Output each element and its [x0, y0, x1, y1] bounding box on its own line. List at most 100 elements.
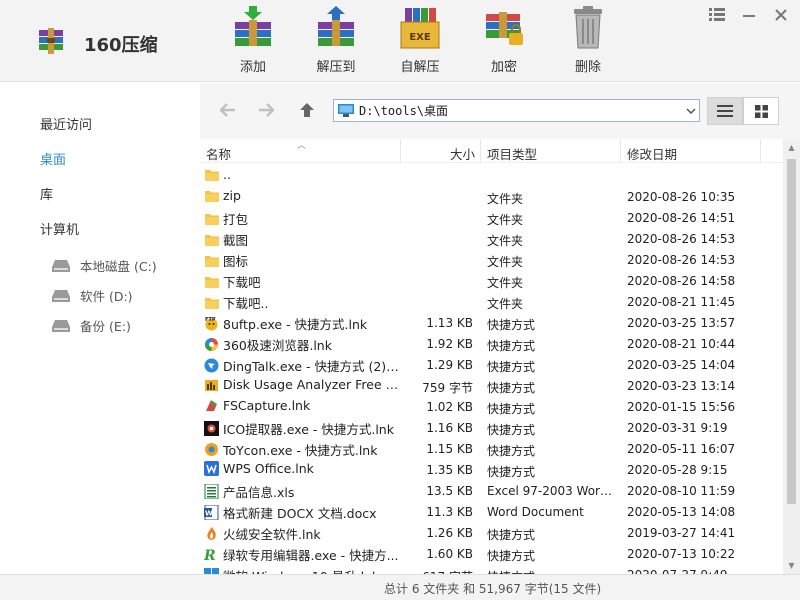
file-name: WPS Office.lnk — [223, 461, 314, 476]
delete-button[interactable]: 删除 — [556, 6, 620, 76]
file-name: Disk Usage Analyzer Free 1.... — [223, 377, 400, 392]
cell-size: 1.26 KB — [426, 526, 473, 540]
app-title: 160压缩 — [84, 35, 158, 56]
self-extract-button[interactable]: EXE 自解压 — [388, 6, 452, 76]
add-button[interactable]: 添加 — [221, 6, 285, 76]
file-name: 火绒安全软件.lnk — [223, 527, 321, 542]
encrypt-button[interactable]: 加密 — [472, 6, 536, 76]
table-row[interactable]: WPS Office.lnk 1.35 KB 快捷方式 2020-05-28 9:15 — [200, 459, 783, 480]
folder-icon — [204, 274, 219, 289]
folder-icon — [204, 295, 219, 310]
sidebar-item-library[interactable]: 库 — [40, 184, 53, 203]
close-icon[interactable] — [772, 6, 790, 24]
list-view-button[interactable] — [707, 97, 743, 125]
table-row[interactable]: Disk Usage Analyzer Free 1.... 759 字节 快捷方式… — [200, 375, 783, 396]
table-row[interactable]: zip 文件夹 2020-08-26 10:35 — [200, 186, 783, 207]
column-header-name[interactable]: 名称 — [206, 144, 231, 163]
cell-size: 1.02 KB — [426, 400, 473, 414]
file-name: ICO提取器.exe - 快捷方式.lnk — [223, 422, 394, 437]
toolbar: 160压缩 添加 解压到 EXE 自解压 加密 删除 — [0, 0, 800, 82]
cell-date: 2020-03-31 9:19 — [627, 421, 728, 435]
scroll-thumb[interactable] — [787, 159, 796, 504]
extract-to-button[interactable]: 解压到 — [304, 6, 368, 76]
cell-size: 1.60 KB — [426, 547, 473, 561]
table-row[interactable]: 360极速浏览器.lnk 1.92 KB 快捷方式 2020-08-21 10:44 — [200, 333, 783, 354]
cell-size: 1.13 KB — [426, 316, 473, 330]
table-row[interactable]: ToYcon.exe - 快捷方式.lnk 1.15 KB 快捷方式 2020-05-… — [200, 438, 783, 459]
cell-type: 快捷方式 — [487, 402, 536, 416]
cell-type: 快捷方式 — [487, 360, 536, 374]
sidebar-drive-c[interactable]: 本地磁盘 (C:) — [52, 256, 157, 275]
scroll-up-icon[interactable]: ▲ — [783, 139, 800, 156]
cell-name: Disk Usage Analyzer Free 1.... — [204, 377, 400, 392]
ico-extractor-icon — [204, 421, 219, 436]
table-row[interactable]: .. — [200, 165, 783, 186]
app-logo-icon — [39, 28, 63, 54]
minimize-icon[interactable] — [740, 6, 758, 24]
column-header-type[interactable]: 项目类型 — [487, 144, 537, 163]
column-header-size[interactable]: 大小 — [450, 144, 475, 163]
path-bar — [333, 99, 700, 122]
sidebar-drive-e[interactable]: 备份 (E:) — [52, 316, 131, 335]
cell-type: Excel 97-2003 Work... — [487, 484, 617, 498]
cell-type: 快捷方式 — [487, 318, 536, 332]
grid-view-button[interactable] — [743, 97, 779, 125]
table-row[interactable]: ICO提取器.exe - 快捷方式.lnk 1.16 KB 快捷方式 2020-03-… — [200, 417, 783, 438]
menu-icon[interactable] — [708, 6, 726, 24]
table-row[interactable]: FSCapture.lnk 1.02 KB 快捷方式 2020-01-15 15:56 — [200, 396, 783, 417]
cell-name: 打包 — [204, 209, 400, 228]
file-name: .. — [223, 167, 231, 182]
table-row[interactable]: 截图 文件夹 2020-08-26 14:53 — [200, 228, 783, 249]
table-row[interactable]: DingTalk.exe - 快捷方式 (2).lnk 1.29 KB 快捷方式 20… — [200, 354, 783, 375]
cell-type: 快捷方式 — [487, 465, 536, 479]
sidebar-item-recent[interactable]: 最近访问 — [40, 114, 92, 133]
cell-date: 2020-08-26 14:53 — [627, 253, 736, 267]
table-row[interactable]: 下载吧.. 文件夹 2020-08-21 11:45 — [200, 291, 783, 312]
folder-icon — [204, 253, 219, 268]
dingtalk-icon — [204, 358, 219, 373]
cell-type: 文件夹 — [487, 234, 524, 248]
path-dropdown-button[interactable] — [683, 107, 699, 114]
table-row[interactable]: 图标 文件夹 2020-08-26 14:53 — [200, 249, 783, 270]
file-name: 下载吧 — [223, 275, 261, 290]
forward-button[interactable] — [256, 100, 276, 120]
file-name: zip — [223, 188, 241, 203]
table-row[interactable]: 微软 Windows 10 易升.lnk617 字节快捷方式2020-07-27… — [200, 564, 783, 574]
table-row[interactable]: 火绒安全软件.lnk 1.26 KB 快捷方式 2019-03-27 14:41 — [200, 522, 783, 543]
cell-name: 下载吧 — [204, 272, 400, 291]
up-button[interactable] — [297, 100, 317, 120]
table-row[interactable]: 产品信息.xls 13.5 KB Excel 97-2003 Work... 2020… — [200, 480, 783, 501]
scroll-down-icon[interactable]: ▼ — [783, 557, 800, 574]
cell-type: 快捷方式 — [487, 423, 536, 437]
cell-name: ToYcon.exe - 快捷方式.lnk — [204, 440, 400, 459]
cell-name: WPS Office.lnk — [204, 461, 400, 476]
column-header-date[interactable]: 修改日期 — [627, 144, 677, 163]
sidebar-drive-d[interactable]: 软件 (D:) — [52, 286, 133, 305]
cell-size: 1.29 KB — [426, 358, 473, 372]
drive-icon — [52, 259, 70, 272]
cell-name: 微软 Windows 10 易升.lnk — [204, 566, 400, 574]
table-row[interactable]: 下载吧 文件夹 2020-08-26 14:58 — [200, 270, 783, 291]
cell-name: W 格式新建 DOCX 文档.docx — [204, 503, 400, 522]
back-button[interactable] — [218, 100, 238, 120]
cell-name: zip — [204, 188, 400, 203]
vertical-scrollbar[interactable]: ▲ ▼ — [783, 139, 800, 574]
cell-name: 截图 — [204, 230, 400, 249]
table-row[interactable]: R 绿软专用编辑器.exe - 快捷方... 1.60 KB 快捷方式 2020-07-… — [200, 543, 783, 564]
sidebar-item-desktop[interactable]: 桌面 — [40, 149, 66, 168]
cell-name: 产品信息.xls — [204, 482, 400, 501]
svg-text:W: W — [205, 510, 213, 518]
sidebar-item-computer[interactable]: 计算机 — [40, 219, 79, 238]
cell-date: 2020-08-21 10:44 — [627, 337, 736, 351]
cell-type: 快捷方式 — [487, 528, 536, 542]
path-input[interactable] — [359, 103, 683, 118]
file-name: DingTalk.exe - 快捷方式 (2).lnk — [223, 359, 400, 374]
toycon-icon — [204, 442, 219, 457]
folder-icon — [204, 188, 219, 203]
cell-type: 快捷方式 — [487, 339, 536, 353]
table-row[interactable]: FTP 8uftp.exe - 快捷方式.lnk 1.13 KB 快捷方式 2020-0… — [200, 312, 783, 333]
cell-name: 图标 — [204, 251, 400, 270]
table-row[interactable]: W 格式新建 DOCX 文档.docx 11.3 KB Word Document 20… — [200, 501, 783, 522]
table-row[interactable]: 打包 文件夹 2020-08-26 14:51 — [200, 207, 783, 228]
cell-date: 2020-08-26 14:58 — [627, 274, 736, 288]
